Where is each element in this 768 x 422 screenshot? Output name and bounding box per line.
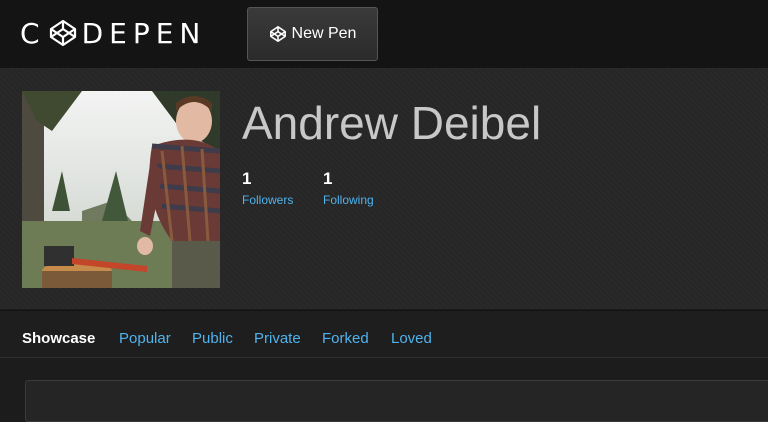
new-pen-label: New Pen [291,25,357,42]
top-nav: C DEPEN New Pen [0,0,768,69]
codepen-cube-icon [49,19,76,47]
following-link[interactable]: Following [323,193,374,207]
content-panel [25,380,768,422]
new-pen-button[interactable]: New Pen [247,7,378,61]
tab-forked[interactable]: Forked [322,330,369,347]
profile-tabs: Showcase Popular Public Private Forked L… [0,310,768,358]
avatar-photo [22,91,220,288]
tab-loved[interactable]: Loved [391,330,432,347]
codepen-cube-icon [269,26,286,42]
following-stat[interactable]: 1 Following [323,169,374,207]
following-count: 1 [323,169,333,188]
logo-wordmark: DEPEN [81,16,207,50]
followers-count: 1 [242,169,252,188]
logo-letter-c: C [20,16,46,50]
tab-popular[interactable]: Popular [119,330,171,347]
tab-public[interactable]: Public [192,330,233,347]
profile-header: Andrew Deibel 1 Followers 1 Following [0,69,768,309]
avatar [22,91,220,288]
tab-showcase[interactable]: Showcase [22,330,95,347]
followers-stat[interactable]: 1 Followers [242,169,293,207]
tab-private[interactable]: Private [254,330,301,347]
codepen-logo[interactable]: C DEPEN [20,16,207,50]
followers-link[interactable]: Followers [242,193,293,207]
profile-name: Andrew Deibel [242,97,542,149]
